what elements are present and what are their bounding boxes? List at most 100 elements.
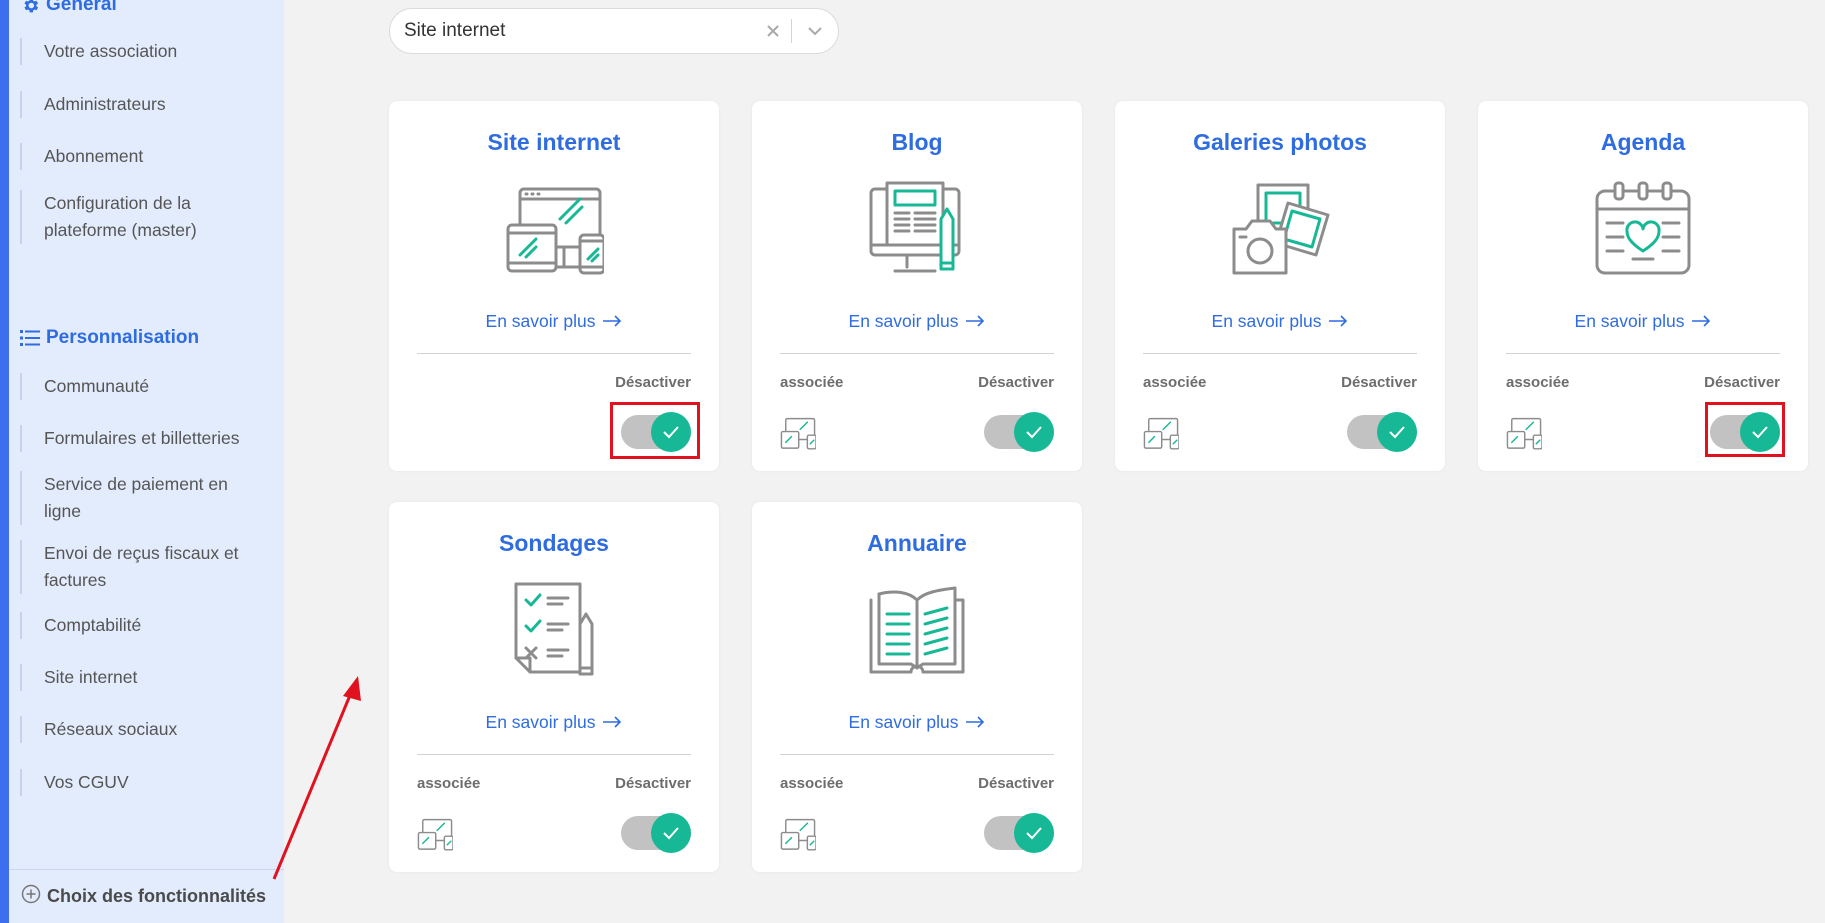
- feature-card-blog: Blog En savoir plus associée Désactiver: [752, 101, 1082, 471]
- sidebar-item-configuration[interactable]: Configuration de la plateforme (master): [20, 190, 270, 244]
- card-divider: [780, 353, 1054, 354]
- check-icon: [1026, 827, 1042, 840]
- devices-icon: [504, 179, 606, 279]
- feature-filter-select[interactable]: Site internet: [389, 8, 839, 54]
- associated-devices-icon: [417, 816, 454, 852]
- feature-card-galeries-photos: Galeries photos En savoir plus associée …: [1115, 101, 1445, 471]
- sidebar-item-label: Site internet: [44, 667, 138, 687]
- highlight-box-agenda-toggle: [1705, 402, 1785, 457]
- plus-circle-icon: [21, 884, 41, 909]
- sidebar-item-comptabilite[interactable]: Comptabilité: [20, 612, 270, 639]
- sidebar-item-label: Abonnement: [44, 146, 144, 166]
- associated-devices-icon: [1143, 415, 1180, 451]
- learn-more-label: En savoir plus: [485, 712, 596, 732]
- learn-more-link[interactable]: En savoir plus: [752, 712, 1082, 733]
- sidebar-item-reseaux-sociaux[interactable]: Réseaux sociaux: [20, 716, 270, 743]
- card-title: Galeries photos: [1193, 129, 1367, 155]
- card-divider: [780, 754, 1054, 755]
- arrow-right-icon: [602, 311, 622, 332]
- sidebar-item-label: Vos CGUV: [44, 772, 129, 792]
- nav-bar: [20, 373, 22, 400]
- nav-bar: [20, 716, 22, 743]
- learn-more-label: En savoir plus: [848, 311, 959, 331]
- card-divider: [1506, 353, 1780, 354]
- toggle-label: Désactiver: [1704, 374, 1780, 391]
- arrow-right-icon: [1691, 311, 1711, 332]
- learn-more-label: En savoir plus: [485, 311, 596, 331]
- sidebar-item-label: Service de paiement en ligne: [44, 474, 228, 521]
- card-title: Agenda: [1600, 129, 1686, 155]
- sidebar-item-label: Communauté: [44, 376, 150, 396]
- sidebar-item-votre-association[interactable]: Votre association: [20, 38, 270, 65]
- learn-more-link[interactable]: En savoir plus: [389, 712, 719, 733]
- card-divider: [1143, 353, 1417, 354]
- sidebar-item-administrateurs[interactable]: Administrateurs: [20, 91, 270, 118]
- associated-devices-icon: [1506, 415, 1543, 451]
- associated-label: associée: [780, 775, 844, 792]
- open-book-icon: [867, 580, 967, 680]
- clear-icon[interactable]: [755, 24, 791, 38]
- section-personnalisation-heading[interactable]: Personnalisation: [20, 327, 199, 349]
- nav-bar: [20, 769, 22, 796]
- learn-more-link[interactable]: En savoir plus: [1115, 311, 1445, 332]
- toggle-label: Désactiver: [978, 374, 1054, 391]
- toggle-knob: [1377, 412, 1417, 452]
- nav-bar: [20, 91, 22, 118]
- sidebar-item-communaute[interactable]: Communauté: [20, 373, 270, 400]
- arrow-right-icon: [965, 311, 985, 332]
- camera-photos-icon: [1230, 179, 1330, 279]
- feature-toggle[interactable]: [1347, 412, 1417, 452]
- card-title: Blog: [891, 129, 943, 155]
- arrow-right-icon: [1328, 311, 1348, 332]
- nav-bar: [20, 664, 22, 691]
- associated-label: associée: [780, 374, 844, 391]
- arrow-right-icon: [965, 712, 985, 733]
- feature-toggle[interactable]: [621, 813, 691, 853]
- sidebar-footer-label: Choix des fonctionnalités: [47, 886, 267, 906]
- sidebar-item-cguv[interactable]: Vos CGUV: [20, 769, 270, 796]
- learn-more-link[interactable]: En savoir plus: [389, 311, 719, 332]
- toggle-knob: [651, 813, 691, 853]
- learn-more-link[interactable]: En savoir plus: [1478, 311, 1808, 332]
- toggle-label: Désactiver: [615, 374, 691, 391]
- chevron-down-icon[interactable]: [792, 26, 838, 36]
- sidebar-item-abonnement[interactable]: Abonnement: [20, 143, 270, 170]
- survey-checklist-icon: [504, 580, 604, 680]
- card-title: Sondages: [499, 530, 609, 556]
- card-title: Site internet: [487, 129, 621, 155]
- sidebar-item-label: Réseaux sociaux: [44, 719, 178, 739]
- section-personnalisation-label: Personnalisation: [46, 327, 200, 348]
- sidebar-item-label: Administrateurs: [44, 94, 166, 114]
- section-general-heading[interactable]: Général: [20, 0, 117, 16]
- arrow-right-icon: [602, 712, 622, 733]
- nav-bar: [20, 143, 22, 170]
- feature-toggle[interactable]: [984, 412, 1054, 452]
- toggle-label: Désactiver: [615, 775, 691, 792]
- learn-more-label: En savoir plus: [1574, 311, 1685, 331]
- sidebar-item-paiement[interactable]: Service de paiement en ligne: [20, 471, 270, 525]
- sidebar-item-label: Formulaires et billetteries: [44, 428, 240, 448]
- sidebar-item-label: Comptabilité: [44, 615, 142, 635]
- card-divider: [417, 754, 691, 755]
- learn-more-link[interactable]: En savoir plus: [752, 311, 1082, 332]
- sidebar-item-site-internet[interactable]: Site internet: [20, 664, 270, 691]
- feature-filter-value: Site internet: [404, 20, 506, 41]
- check-icon: [1389, 426, 1405, 439]
- check-icon: [1026, 426, 1042, 439]
- sidebar-item-recus-fiscaux[interactable]: Envoi de reçus fiscaux et factures: [20, 540, 270, 594]
- calendar-heart-icon: [1593, 179, 1693, 279]
- associated-label: associée: [417, 775, 481, 792]
- sidebar-item-label: Envoi de reçus fiscaux et factures: [44, 543, 239, 590]
- sidebar-item-formulaires[interactable]: Formulaires et billetteries: [20, 425, 270, 452]
- feature-toggle[interactable]: [984, 813, 1054, 853]
- gear-icon: [20, 0, 40, 15]
- highlight-box-site-internet-toggle: [610, 402, 700, 459]
- feature-card-annuaire: Annuaire En savoir plus associée Désacti…: [752, 502, 1082, 872]
- nav-bar: [20, 190, 22, 244]
- learn-more-label: En savoir plus: [848, 712, 959, 732]
- sidebar-footer-choix-fonctionnalites[interactable]: Choix des fonctionnalités: [9, 869, 284, 923]
- associated-devices-icon: [780, 415, 817, 451]
- check-icon: [663, 827, 679, 840]
- associated-label: associée: [1143, 374, 1207, 391]
- sidebar-item-label: Votre association: [44, 41, 178, 61]
